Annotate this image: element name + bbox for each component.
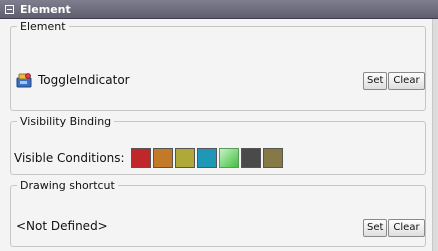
drawing-shortcut-value: <Not Defined> — [16, 219, 108, 233]
element-name: ToggleIndicator — [38, 73, 130, 87]
condition-swatch-orange[interactable] — [152, 148, 173, 168]
condition-swatch-green[interactable] — [218, 148, 239, 168]
visibility-binding-legend: Visibility Binding — [20, 115, 112, 128]
drawing-shortcut-clear-button[interactable]: Clear — [388, 219, 425, 237]
condition-swatch-red[interactable] — [130, 148, 151, 168]
visibility-row: Visible Conditions: — [14, 148, 285, 168]
condition-swatch-yellow[interactable] — [174, 148, 195, 168]
element-clear-button[interactable]: Clear — [388, 72, 425, 90]
toggle-indicator-icon — [16, 73, 32, 88]
element-row: ToggleIndicator — [16, 72, 130, 88]
condition-swatch-blue[interactable] — [196, 148, 217, 168]
condition-swatch-olive[interactable] — [262, 148, 283, 168]
visible-conditions-label: Visible Conditions: — [14, 151, 125, 165]
condition-swatch-dark-gray[interactable] — [240, 148, 261, 168]
panel-header[interactable]: Element — [0, 0, 438, 19]
element-set-button[interactable]: Set — [363, 72, 387, 90]
element-group: Element — [10, 20, 426, 111]
collapse-icon[interactable] — [5, 4, 14, 14]
drawing-shortcut-row: <Not Defined> — [16, 219, 108, 233]
drawing-shortcut-legend: Drawing shortcut — [20, 179, 115, 192]
scrollbar[interactable] — [433, 19, 438, 251]
panel-title: Element — [20, 2, 71, 16]
element-group-legend: Element — [20, 20, 66, 33]
drawing-shortcut-set-button[interactable]: Set — [363, 219, 387, 237]
